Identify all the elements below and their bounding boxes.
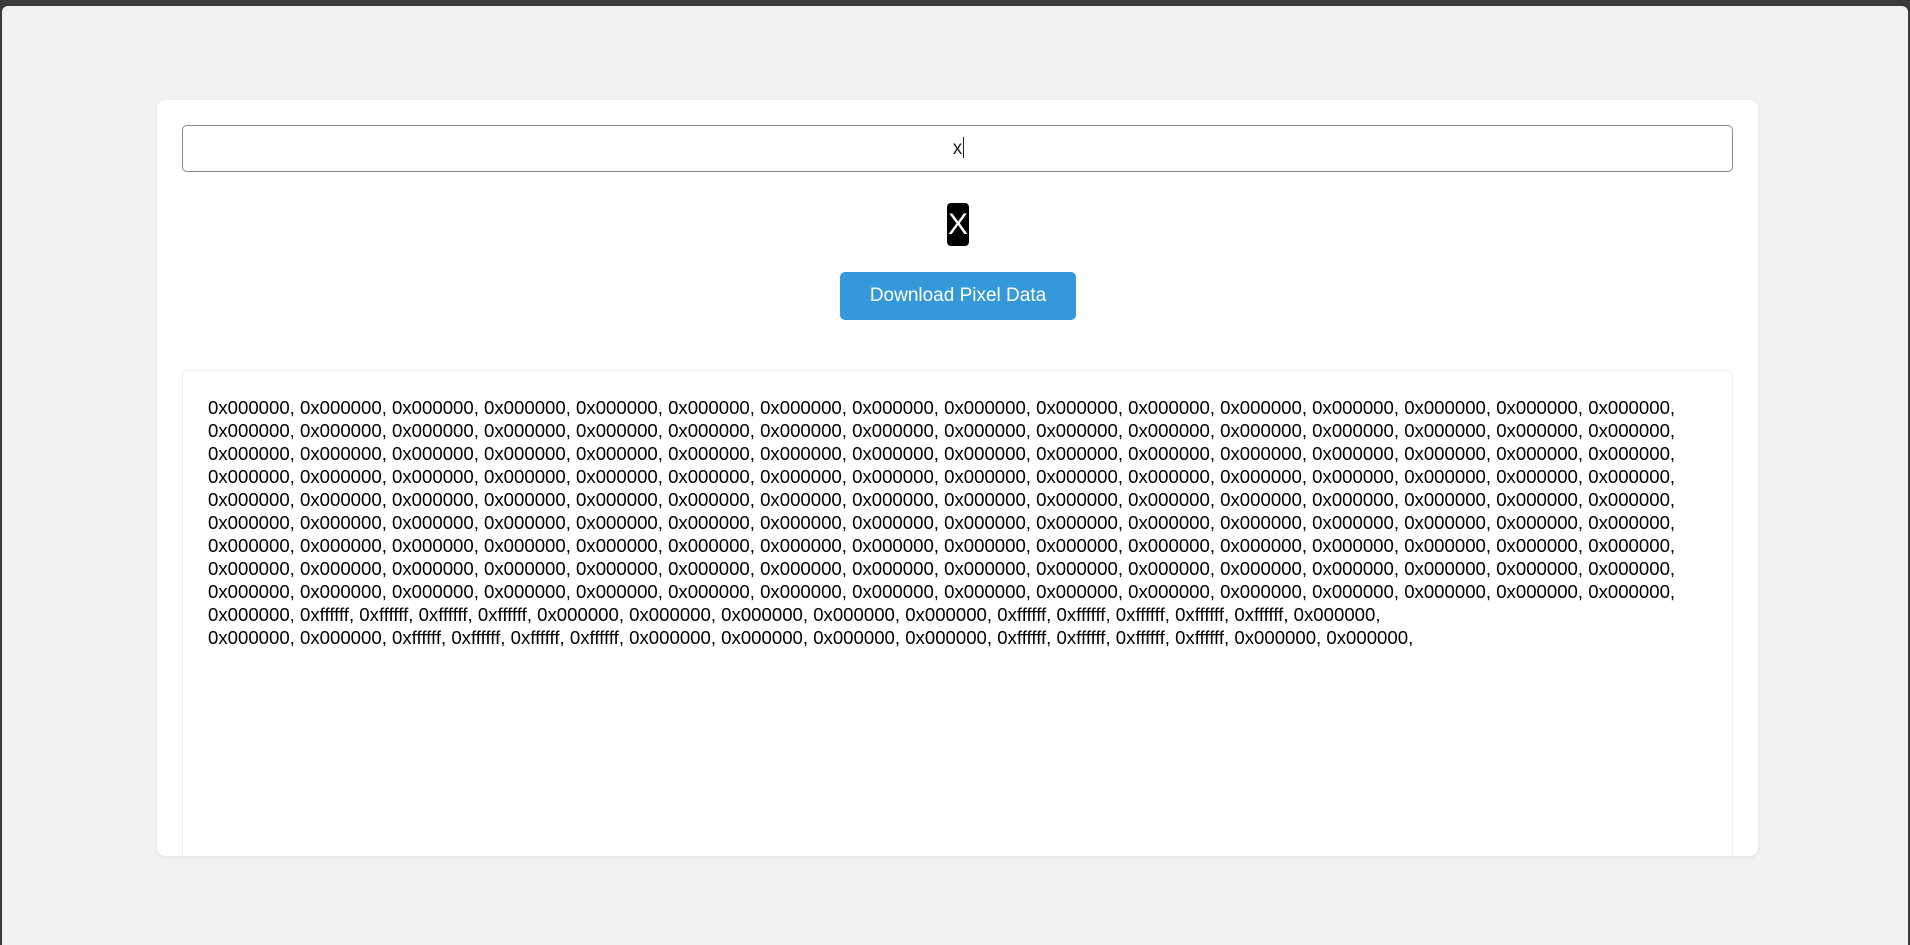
main-card: X Download Pixel Data 0x000000, 0x000000… bbox=[157, 100, 1758, 856]
character-preview-canvas: X bbox=[947, 203, 969, 246]
pixel-row: 0x000000, 0x000000, 0x000000, 0x000000, … bbox=[208, 558, 1676, 579]
character-input[interactable] bbox=[182, 125, 1733, 172]
pixel-row: 0x000000, 0x000000, 0xffffff, 0xffffff, … bbox=[208, 627, 1414, 648]
pixel-row: 0x000000, 0x000000, 0x000000, 0x000000, … bbox=[208, 512, 1676, 533]
text-caret bbox=[963, 137, 964, 158]
download-pixel-data-button[interactable]: Download Pixel Data bbox=[840, 272, 1076, 320]
pixel-row: 0x000000, 0x000000, 0x000000, 0x000000, … bbox=[208, 466, 1676, 487]
pixel-row: 0x000000, 0x000000, 0x000000, 0x000000, … bbox=[208, 581, 1676, 602]
pixel-row: 0x000000, 0x000000, 0x000000, 0x000000, … bbox=[208, 535, 1676, 556]
pixel-data-output: 0x000000, 0x000000, 0x000000, 0x000000, … bbox=[182, 370, 1733, 856]
pixel-row: 0x000000, 0x000000, 0x000000, 0x000000, … bbox=[208, 397, 1676, 418]
page-background: X Download Pixel Data 0x000000, 0x000000… bbox=[2, 6, 1908, 945]
pixel-row: 0x000000, 0x000000, 0x000000, 0x000000, … bbox=[208, 443, 1676, 464]
pixel-row: 0x000000, 0x000000, 0x000000, 0x000000, … bbox=[208, 489, 1676, 510]
pixel-row: 0x000000, 0x000000, 0x000000, 0x000000, … bbox=[208, 420, 1676, 441]
pixel-row: 0x000000, 0xffffff, 0xffffff, 0xffffff, … bbox=[208, 604, 1381, 625]
